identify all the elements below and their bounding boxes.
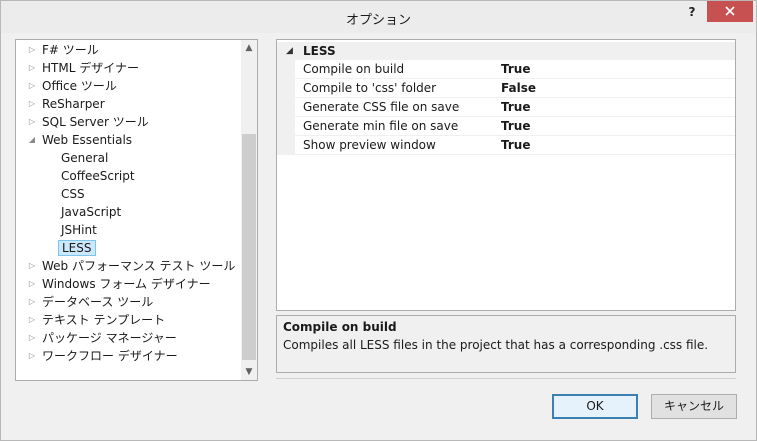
tree-item[interactable]: ▷ F# ツール [16,41,240,59]
tree-item-label: JavaScript [61,205,122,219]
tree-item-label: General [61,151,109,165]
property-value[interactable]: False [501,79,536,98]
cancel-button[interactable]: キャンセル [651,394,737,419]
property-name[interactable]: Compile on build [303,60,493,79]
tree-item[interactable]: JavaScript [16,203,240,221]
close-button[interactable] [707,1,753,22]
tree-item[interactable]: ▷ Office ツール [16,77,240,95]
tree-item[interactable]: JSHint [16,221,240,239]
tree-item-label: CoffeeScript [61,169,135,183]
title-bar: オプション ? [1,1,756,33]
tree-item[interactable]: ▷ Web パフォーマンス テスト ツール [16,257,240,275]
property-name[interactable]: Compile to 'css' folder [303,79,493,98]
row-separator [295,154,735,155]
tree-item-label: JSHint [61,223,97,237]
expand-arrow-icon[interactable]: ▷ [26,77,38,95]
tree-item[interactable]: ▷ データベース ツール [16,293,240,311]
description-pane: Compile on build Compiles all LESS files… [276,315,736,373]
property-row[interactable]: Show preview window True [277,136,735,155]
row-gutter [277,117,295,136]
property-value[interactable]: True [501,60,530,79]
property-value[interactable]: True [501,98,530,117]
tree-item-label: パッケージ マネージャー [42,331,177,345]
category-label: LESS [303,44,336,58]
tree-item-label: HTML デザイナー [42,61,139,75]
row-gutter [277,79,295,98]
tree-item[interactable]: ◢ Web Essentials [16,131,240,149]
expand-arrow-icon[interactable]: ▷ [26,311,38,329]
divider [276,378,736,379]
tree-item[interactable]: ▷ HTML デザイナー [16,59,240,77]
property-name[interactable]: Generate min file on save [303,117,493,136]
scroll-down-arrow-icon[interactable]: ▼ [241,364,257,380]
tree-item-label: Office ツール [42,79,117,93]
tree-item[interactable]: ▷ Windows フォーム デザイナー [16,275,240,293]
row-gutter [277,136,295,155]
tree-scrollbar[interactable]: ▲ ▼ [241,40,257,380]
scroll-up-arrow-icon[interactable]: ▲ [241,40,257,56]
expand-arrow-icon[interactable]: ▷ [26,347,38,365]
property-value[interactable]: True [501,136,530,155]
tree-item-label: CSS [61,187,85,201]
property-grid: ◢ LESS Compile on build True Compile to 'c… [276,39,736,311]
dialog-title: オプション [345,13,411,28]
tree-item-label: ReSharper [42,97,105,111]
category-row[interactable]: ◢ LESS [277,42,735,60]
expanded-arrow-icon[interactable]: ◢ [26,131,38,149]
expand-arrow-icon[interactable]: ▷ [26,293,38,311]
property-row[interactable]: Generate min file on save True [277,117,735,136]
expand-arrow-icon[interactable]: ▷ [26,95,38,113]
tree-item-label: LESS [58,240,96,256]
description-text: Compiles all LESS files in the project t… [283,338,709,352]
tree-item-label: F# ツール [42,43,99,57]
tree-item-label: Web Essentials [42,133,133,147]
property-row[interactable]: Compile on build True [277,60,735,79]
tree-item[interactable]: ▷ ワークフロー デザイナー [16,347,240,365]
tree-item[interactable]: CSS [16,185,240,203]
tree-item-label: データベース ツール [42,295,154,309]
tree-item-label: Web パフォーマンス テスト ツール [42,259,236,273]
options-dialog: オプション ? ▷ F# ツール ▷ HTML デザイナー ▷ Office ツール ▷ Re… [0,0,757,441]
row-gutter [277,98,295,117]
collapse-arrow-icon[interactable]: ◢ [286,42,293,60]
row-gutter [277,60,295,79]
ok-button[interactable]: OK [552,394,638,419]
tree-item[interactable]: CoffeeScript [16,167,240,185]
tree-item-label: SQL Server ツール [42,115,149,129]
expand-arrow-icon[interactable]: ▷ [26,113,38,131]
scroll-thumb[interactable] [242,134,256,360]
property-name[interactable]: Show preview window [303,136,493,155]
expand-arrow-icon[interactable]: ▷ [26,257,38,275]
tree-item-label: テキスト テンプレート [42,313,166,327]
close-icon [725,6,735,16]
property-row[interactable]: Compile to 'css' folder False [277,79,735,98]
help-button[interactable]: ? [681,3,703,21]
tree-item[interactable]: ▷ テキスト テンプレート [16,311,240,329]
options-tree: ▷ F# ツール ▷ HTML デザイナー ▷ Office ツール ▷ ReSharper ▷… [15,39,258,381]
tree-item[interactable]: ▷ パッケージ マネージャー [16,329,240,347]
expand-arrow-icon[interactable]: ▷ [26,59,38,77]
tree-list: ▷ F# ツール ▷ HTML デザイナー ▷ Office ツール ▷ ReSharper ▷… [16,41,240,365]
property-row[interactable]: Generate CSS file on save True [277,98,735,117]
property-name[interactable]: Generate CSS file on save [303,98,493,117]
tree-item[interactable]: ▷ SQL Server ツール [16,113,240,131]
property-value[interactable]: True [501,117,530,136]
tree-item[interactable]: ▷ ReSharper [16,95,240,113]
expand-arrow-icon[interactable]: ▷ [26,275,38,293]
description-title: Compile on build [283,320,397,334]
tree-item[interactable]: General [16,149,240,167]
tree-item[interactable]: LESS [16,239,240,257]
tree-item-label: Windows フォーム デザイナー [42,277,211,291]
expand-arrow-icon[interactable]: ▷ [26,41,38,59]
expand-arrow-icon[interactable]: ▷ [26,329,38,347]
tree-item-label: ワークフロー デザイナー [42,349,178,363]
